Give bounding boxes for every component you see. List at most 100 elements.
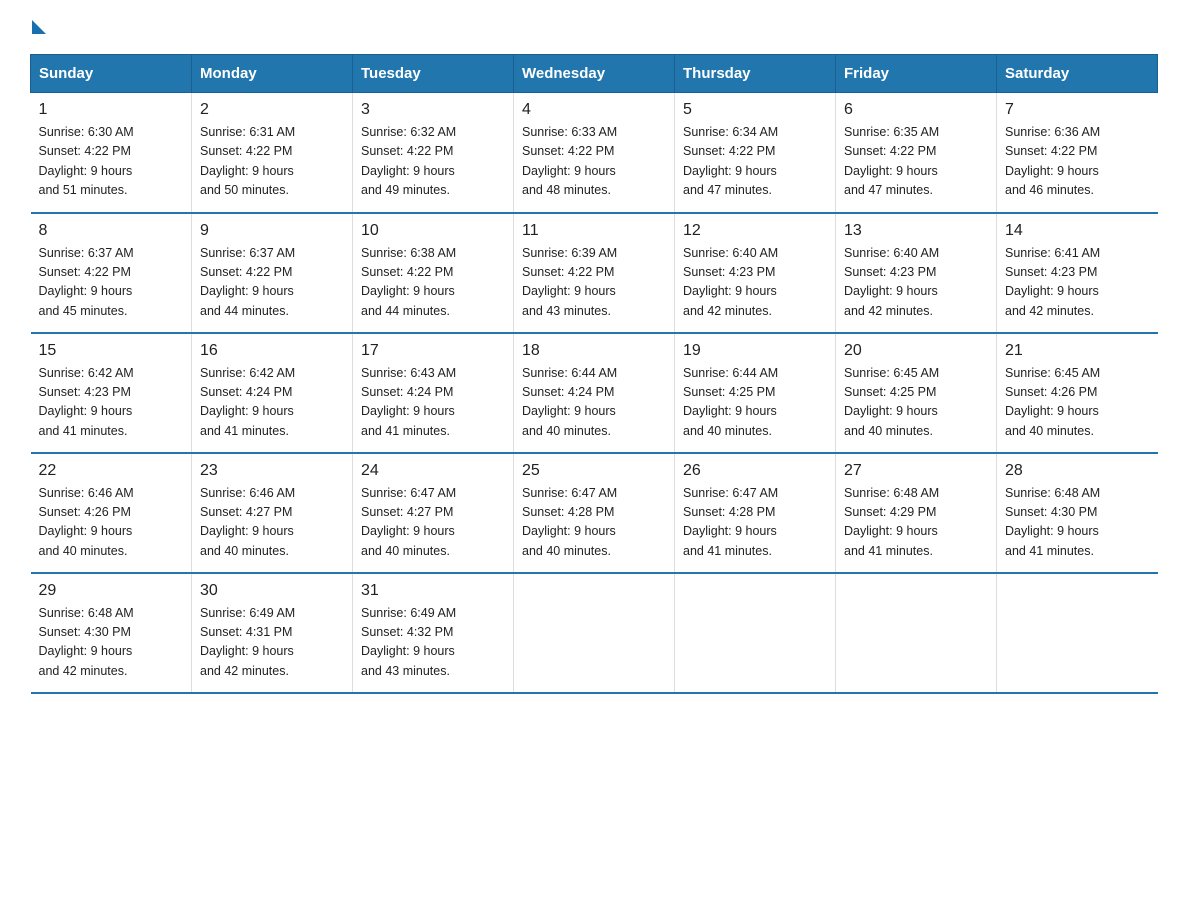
calendar-cell: 8 Sunrise: 6:37 AMSunset: 4:22 PMDayligh…: [31, 213, 192, 333]
day-number: 3: [361, 101, 505, 119]
day-number: 6: [844, 101, 988, 119]
calendar-cell: 21 Sunrise: 6:45 AMSunset: 4:26 PMDaylig…: [997, 333, 1158, 453]
calendar-cell: 4 Sunrise: 6:33 AMSunset: 4:22 PMDayligh…: [514, 93, 675, 213]
calendar-table: SundayMondayTuesdayWednesdayThursdayFrid…: [30, 54, 1158, 694]
logo: [30, 20, 48, 34]
calendar-cell: 14 Sunrise: 6:41 AMSunset: 4:23 PMDaylig…: [997, 213, 1158, 333]
calendar-cell: 6 Sunrise: 6:35 AMSunset: 4:22 PMDayligh…: [836, 93, 997, 213]
calendar-cell: 2 Sunrise: 6:31 AMSunset: 4:22 PMDayligh…: [192, 93, 353, 213]
day-number: 12: [683, 222, 827, 240]
calendar-cell: 28 Sunrise: 6:48 AMSunset: 4:30 PMDaylig…: [997, 453, 1158, 573]
column-header-friday: Friday: [836, 55, 997, 93]
calendar-cell: [514, 573, 675, 693]
day-info: Sunrise: 6:34 AMSunset: 4:22 PMDaylight:…: [683, 125, 778, 197]
day-info: Sunrise: 6:35 AMSunset: 4:22 PMDaylight:…: [844, 125, 939, 197]
calendar-cell: 27 Sunrise: 6:48 AMSunset: 4:29 PMDaylig…: [836, 453, 997, 573]
day-info: Sunrise: 6:42 AMSunset: 4:23 PMDaylight:…: [39, 366, 134, 438]
day-number: 10: [361, 222, 505, 240]
day-number: 17: [361, 342, 505, 360]
day-number: 4: [522, 101, 666, 119]
day-number: 7: [1005, 101, 1150, 119]
day-info: Sunrise: 6:49 AMSunset: 4:32 PMDaylight:…: [361, 606, 456, 678]
day-number: 30: [200, 582, 344, 600]
day-info: Sunrise: 6:46 AMSunset: 4:27 PMDaylight:…: [200, 486, 295, 558]
calendar-header: SundayMondayTuesdayWednesdayThursdayFrid…: [31, 55, 1158, 93]
calendar-cell: 23 Sunrise: 6:46 AMSunset: 4:27 PMDaylig…: [192, 453, 353, 573]
calendar-cell: [836, 573, 997, 693]
column-header-saturday: Saturday: [997, 55, 1158, 93]
day-info: Sunrise: 6:32 AMSunset: 4:22 PMDaylight:…: [361, 125, 456, 197]
calendar-cell: 15 Sunrise: 6:42 AMSunset: 4:23 PMDaylig…: [31, 333, 192, 453]
day-info: Sunrise: 6:46 AMSunset: 4:26 PMDaylight:…: [39, 486, 134, 558]
day-info: Sunrise: 6:45 AMSunset: 4:26 PMDaylight:…: [1005, 366, 1100, 438]
day-info: Sunrise: 6:47 AMSunset: 4:28 PMDaylight:…: [683, 486, 778, 558]
day-info: Sunrise: 6:44 AMSunset: 4:24 PMDaylight:…: [522, 366, 617, 438]
calendar-cell: 18 Sunrise: 6:44 AMSunset: 4:24 PMDaylig…: [514, 333, 675, 453]
day-number: 19: [683, 342, 827, 360]
day-info: Sunrise: 6:38 AMSunset: 4:22 PMDaylight:…: [361, 246, 456, 318]
calendar-cell: 22 Sunrise: 6:46 AMSunset: 4:26 PMDaylig…: [31, 453, 192, 573]
column-header-wednesday: Wednesday: [514, 55, 675, 93]
day-number: 21: [1005, 342, 1150, 360]
column-header-thursday: Thursday: [675, 55, 836, 93]
day-info: Sunrise: 6:41 AMSunset: 4:23 PMDaylight:…: [1005, 246, 1100, 318]
calendar-week-row: 29 Sunrise: 6:48 AMSunset: 4:30 PMDaylig…: [31, 573, 1158, 693]
calendar-cell: 5 Sunrise: 6:34 AMSunset: 4:22 PMDayligh…: [675, 93, 836, 213]
day-info: Sunrise: 6:47 AMSunset: 4:27 PMDaylight:…: [361, 486, 456, 558]
calendar-cell: 25 Sunrise: 6:47 AMSunset: 4:28 PMDaylig…: [514, 453, 675, 573]
day-info: Sunrise: 6:44 AMSunset: 4:25 PMDaylight:…: [683, 366, 778, 438]
day-number: 16: [200, 342, 344, 360]
day-number: 2: [200, 101, 344, 119]
day-number: 5: [683, 101, 827, 119]
calendar-cell: 7 Sunrise: 6:36 AMSunset: 4:22 PMDayligh…: [997, 93, 1158, 213]
calendar-cell: 12 Sunrise: 6:40 AMSunset: 4:23 PMDaylig…: [675, 213, 836, 333]
day-number: 23: [200, 462, 344, 480]
calendar-cell: 9 Sunrise: 6:37 AMSunset: 4:22 PMDayligh…: [192, 213, 353, 333]
calendar-cell: 19 Sunrise: 6:44 AMSunset: 4:25 PMDaylig…: [675, 333, 836, 453]
day-number: 26: [683, 462, 827, 480]
calendar-week-row: 15 Sunrise: 6:42 AMSunset: 4:23 PMDaylig…: [31, 333, 1158, 453]
day-number: 25: [522, 462, 666, 480]
calendar-cell: 24 Sunrise: 6:47 AMSunset: 4:27 PMDaylig…: [353, 453, 514, 573]
day-number: 9: [200, 222, 344, 240]
calendar-cell: 29 Sunrise: 6:48 AMSunset: 4:30 PMDaylig…: [31, 573, 192, 693]
day-info: Sunrise: 6:33 AMSunset: 4:22 PMDaylight:…: [522, 125, 617, 197]
day-number: 29: [39, 582, 184, 600]
calendar-cell: 31 Sunrise: 6:49 AMSunset: 4:32 PMDaylig…: [353, 573, 514, 693]
day-info: Sunrise: 6:48 AMSunset: 4:30 PMDaylight:…: [39, 606, 134, 678]
calendar-cell: 1 Sunrise: 6:30 AMSunset: 4:22 PMDayligh…: [31, 93, 192, 213]
day-number: 22: [39, 462, 184, 480]
calendar-cell: 30 Sunrise: 6:49 AMSunset: 4:31 PMDaylig…: [192, 573, 353, 693]
day-info: Sunrise: 6:30 AMSunset: 4:22 PMDaylight:…: [39, 125, 134, 197]
calendar-cell: 16 Sunrise: 6:42 AMSunset: 4:24 PMDaylig…: [192, 333, 353, 453]
day-number: 13: [844, 222, 988, 240]
day-number: 15: [39, 342, 184, 360]
calendar-cell: 11 Sunrise: 6:39 AMSunset: 4:22 PMDaylig…: [514, 213, 675, 333]
calendar-cell: 3 Sunrise: 6:32 AMSunset: 4:22 PMDayligh…: [353, 93, 514, 213]
day-info: Sunrise: 6:48 AMSunset: 4:30 PMDaylight:…: [1005, 486, 1100, 558]
day-info: Sunrise: 6:49 AMSunset: 4:31 PMDaylight:…: [200, 606, 295, 678]
day-info: Sunrise: 6:37 AMSunset: 4:22 PMDaylight:…: [200, 246, 295, 318]
day-info: Sunrise: 6:40 AMSunset: 4:23 PMDaylight:…: [683, 246, 778, 318]
day-number: 28: [1005, 462, 1150, 480]
day-info: Sunrise: 6:39 AMSunset: 4:22 PMDaylight:…: [522, 246, 617, 318]
day-number: 18: [522, 342, 666, 360]
column-header-sunday: Sunday: [31, 55, 192, 93]
column-header-tuesday: Tuesday: [353, 55, 514, 93]
day-info: Sunrise: 6:48 AMSunset: 4:29 PMDaylight:…: [844, 486, 939, 558]
calendar-week-row: 1 Sunrise: 6:30 AMSunset: 4:22 PMDayligh…: [31, 93, 1158, 213]
column-header-monday: Monday: [192, 55, 353, 93]
day-info: Sunrise: 6:47 AMSunset: 4:28 PMDaylight:…: [522, 486, 617, 558]
day-number: 11: [522, 222, 666, 240]
day-number: 31: [361, 582, 505, 600]
calendar-cell: [997, 573, 1158, 693]
calendar-week-row: 8 Sunrise: 6:37 AMSunset: 4:22 PMDayligh…: [31, 213, 1158, 333]
day-info: Sunrise: 6:31 AMSunset: 4:22 PMDaylight:…: [200, 125, 295, 197]
calendar-cell: 26 Sunrise: 6:47 AMSunset: 4:28 PMDaylig…: [675, 453, 836, 573]
calendar-cell: 17 Sunrise: 6:43 AMSunset: 4:24 PMDaylig…: [353, 333, 514, 453]
day-number: 8: [39, 222, 184, 240]
day-info: Sunrise: 6:37 AMSunset: 4:22 PMDaylight:…: [39, 246, 134, 318]
day-info: Sunrise: 6:36 AMSunset: 4:22 PMDaylight:…: [1005, 125, 1100, 197]
day-info: Sunrise: 6:40 AMSunset: 4:23 PMDaylight:…: [844, 246, 939, 318]
day-info: Sunrise: 6:43 AMSunset: 4:24 PMDaylight:…: [361, 366, 456, 438]
